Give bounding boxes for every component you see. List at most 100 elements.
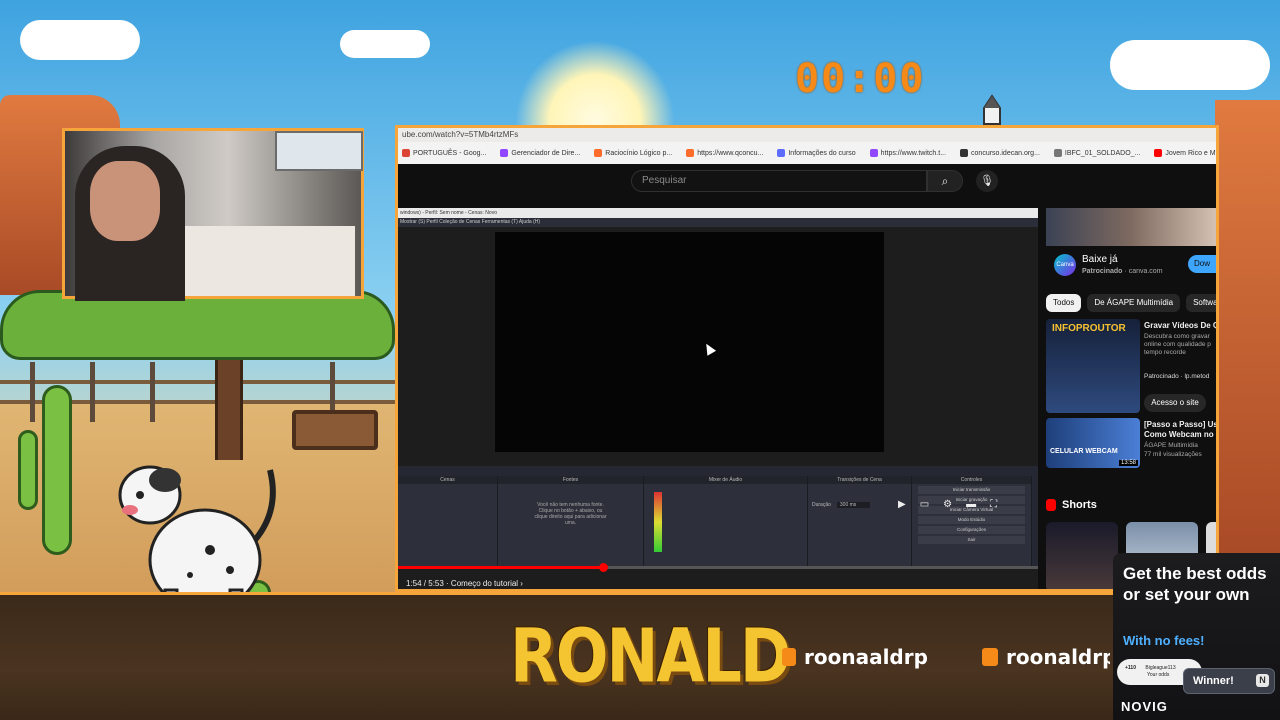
tiktok-handle: roonaaldrp bbox=[782, 645, 928, 669]
rec-thumbnail[interactable]: INFOPROUTOR bbox=[1046, 319, 1140, 413]
progress-handle[interactable] bbox=[598, 563, 608, 572]
dock-title: Transições de Cena bbox=[808, 476, 911, 484]
ad-title[interactable]: Baixe já bbox=[1082, 254, 1118, 265]
time-display: 1:54 / 5:53 · Começo do tutorial › bbox=[406, 579, 523, 588]
time-readout: 1:54 / 5:53 bbox=[406, 579, 444, 588]
audio-meter bbox=[654, 492, 662, 552]
subtitles-icon[interactable]: ▭ bbox=[920, 499, 929, 510]
odds-user-sub: Your odds bbox=[1147, 672, 1170, 678]
dock-controls: Controles Iniciar transmissão Iniciar gra… bbox=[912, 476, 1032, 566]
bookmark-label: Informações do curso bbox=[788, 149, 856, 157]
dock-sources: Fontes Você não tem nenhuma fonte. Cliqu… bbox=[498, 476, 644, 566]
play-icon[interactable]: ▶ bbox=[898, 499, 906, 510]
tree-canopy bbox=[0, 290, 395, 360]
player-controls: ▶ ▭ ⚙ ▬ ⛶ bbox=[898, 499, 997, 510]
rec-thumb-text: CELULAR WEBCAM bbox=[1050, 448, 1118, 455]
bookmark-favicon-icon bbox=[402, 149, 410, 157]
bookmark-label: https://www.twitch.t... bbox=[880, 149, 947, 157]
dock-transitions: Transições de Cena Duração 300 ms bbox=[808, 476, 912, 566]
download-button[interactable]: Dow bbox=[1188, 255, 1216, 273]
progress-bar[interactable] bbox=[398, 563, 1038, 572]
bookmark-label: PORTUGUÊS - Goog... bbox=[413, 149, 487, 157]
duration-label: Duração bbox=[812, 502, 831, 508]
obs-control-button[interactable]: Sair bbox=[918, 536, 1025, 544]
rec-title[interactable]: [Passo a Passo] Usa Como Webcam no P bbox=[1144, 420, 1216, 440]
novig-brand: NOVIG bbox=[1121, 699, 1168, 714]
filter-chips: Todos De ÁGAPE Multimídia Software bbox=[1046, 294, 1216, 312]
bookmark-item[interactable]: Jovem Rico e Mima... bbox=[1154, 149, 1216, 157]
bookmark-favicon-icon bbox=[1053, 149, 1062, 157]
filter-chip[interactable]: Software bbox=[1186, 294, 1216, 312]
obs-docks: Cenas Fontes Você não tem nenhuma fonte.… bbox=[398, 466, 1038, 566]
video-player[interactable]: windows) - Perfil: Sem nome - Cenas: Nov… bbox=[398, 208, 1038, 589]
ad-subtitle: Patrocinado · canva.com bbox=[1082, 268, 1163, 275]
rocket-icon bbox=[983, 94, 1001, 125]
twitch-handle-text: roonaldrp bbox=[1006, 645, 1110, 669]
rec-meta: Descubra como gravar online com qualidad… bbox=[1144, 333, 1211, 356]
ad-thumbnail[interactable] bbox=[1046, 208, 1216, 246]
bookmark-favicon-icon bbox=[777, 149, 786, 157]
ad-subheadline: With no fees! bbox=[1123, 633, 1205, 648]
rec-views: 77 mil visualizações bbox=[1144, 451, 1202, 458]
fence-post bbox=[150, 362, 155, 422]
url-bar[interactable]: ube.com/watch?v=5TMb4rtzMFs bbox=[398, 128, 1216, 142]
visit-site-button[interactable]: Acesso o site bbox=[1144, 394, 1206, 412]
theater-mode-icon[interactable]: ▬ bbox=[966, 499, 976, 510]
bookmark-item[interactable]: concurso.idecan.org... bbox=[960, 149, 1040, 157]
filter-chip[interactable]: Todos bbox=[1046, 294, 1082, 312]
bookmark-item[interactable]: Gerenciador de Dire... bbox=[500, 149, 580, 157]
bookmark-item[interactable]: PORTUGUÊS - Goog... bbox=[402, 149, 486, 157]
webcam-bed bbox=[155, 226, 355, 296]
bookmark-item[interactable]: Informações do curso bbox=[777, 149, 856, 157]
rec-thumbnail[interactable]: CELULAR WEBCAM 13:58 bbox=[1046, 418, 1140, 468]
rec-title[interactable]: Gravar Vídeos De Q bbox=[1144, 321, 1216, 331]
obs-control-button[interactable]: Configurações bbox=[918, 526, 1025, 534]
short-thumbnail[interactable] bbox=[1046, 522, 1118, 589]
bookmark-label: Gerenciador de Dire... bbox=[511, 149, 581, 157]
bookmark-item[interactable]: IBFC_01_SOLDADO_... bbox=[1053, 149, 1140, 157]
bookmark-label: Raciocínio Lógico p... bbox=[605, 149, 673, 157]
rec-item[interactable]: INFOPROUTOR Gravar Vídeos De Q Descubra … bbox=[1046, 319, 1216, 414]
dock-title: Fontes bbox=[498, 476, 643, 484]
bookmark-favicon-icon bbox=[594, 149, 603, 157]
bookmark-favicon-icon bbox=[686, 149, 695, 157]
dock-mixer: Mixer de Áudio bbox=[644, 476, 808, 566]
settings-gear-icon[interactable]: ⚙ bbox=[943, 499, 952, 510]
tree-trunk bbox=[215, 350, 243, 460]
fullscreen-icon[interactable]: ⛶ bbox=[990, 499, 997, 510]
youtube-sidebar: Canva Baixe já Patrocinado · canva.com D… bbox=[1046, 208, 1216, 589]
novig-ad[interactable]: Get the best odds or set your own With n… bbox=[1113, 553, 1280, 720]
search-icon[interactable]: ⌕ bbox=[927, 170, 963, 192]
bookmark-item[interactable]: Raciocínio Lógico p... bbox=[594, 149, 672, 157]
microphone-icon[interactable]: 🎙 bbox=[976, 170, 998, 192]
webcam-window bbox=[275, 131, 363, 171]
bookmark-favicon-icon bbox=[500, 149, 509, 157]
rec-channel[interactable]: ÁGAPE Multimídia bbox=[1144, 442, 1216, 450]
dock-title: Cenas bbox=[398, 476, 497, 484]
tiktok-icon bbox=[782, 648, 796, 666]
cloud bbox=[340, 30, 430, 58]
bookmark-item[interactable]: https://www.twitch.t... bbox=[869, 149, 947, 157]
chapter-label[interactable]: Começo do tutorial bbox=[451, 579, 518, 588]
ad-domain: canva.com bbox=[1128, 268, 1163, 275]
sources-empty-text: Você não tem nenhuma fonte. Clique no bo… bbox=[534, 502, 607, 526]
obs-menu: Mostrar (S) Perfil Coleção de Cenas Ferr… bbox=[398, 218, 1038, 227]
winner-badge: Winner! N bbox=[1183, 668, 1275, 694]
fence-post bbox=[90, 362, 95, 422]
ad-headline: Get the best odds or set your own bbox=[1123, 564, 1267, 604]
bookmark-favicon-icon bbox=[960, 149, 969, 157]
obs-control-button[interactable]: Iniciar transmissão bbox=[918, 486, 1025, 494]
dock-title: Controles bbox=[912, 476, 1031, 484]
odds-value: +110 bbox=[1125, 665, 1136, 671]
search-input[interactable]: Pesquisar bbox=[631, 170, 927, 192]
youtube-header: Pesquisar ⌕ 🎙 bbox=[398, 164, 1216, 206]
cactus bbox=[42, 385, 72, 555]
duration-value[interactable]: 300 ms bbox=[836, 502, 871, 508]
filter-chip[interactable]: De ÁGAPE Multimídia bbox=[1087, 294, 1181, 312]
cloud bbox=[20, 20, 140, 60]
obs-control-button[interactable]: Modo Estúdio bbox=[918, 516, 1025, 524]
webcam-face bbox=[90, 161, 160, 241]
dock-title: Mixer de Áudio bbox=[644, 476, 807, 484]
cactus bbox=[18, 430, 38, 510]
bookmark-item[interactable]: https://www.qconcu... bbox=[686, 149, 763, 157]
